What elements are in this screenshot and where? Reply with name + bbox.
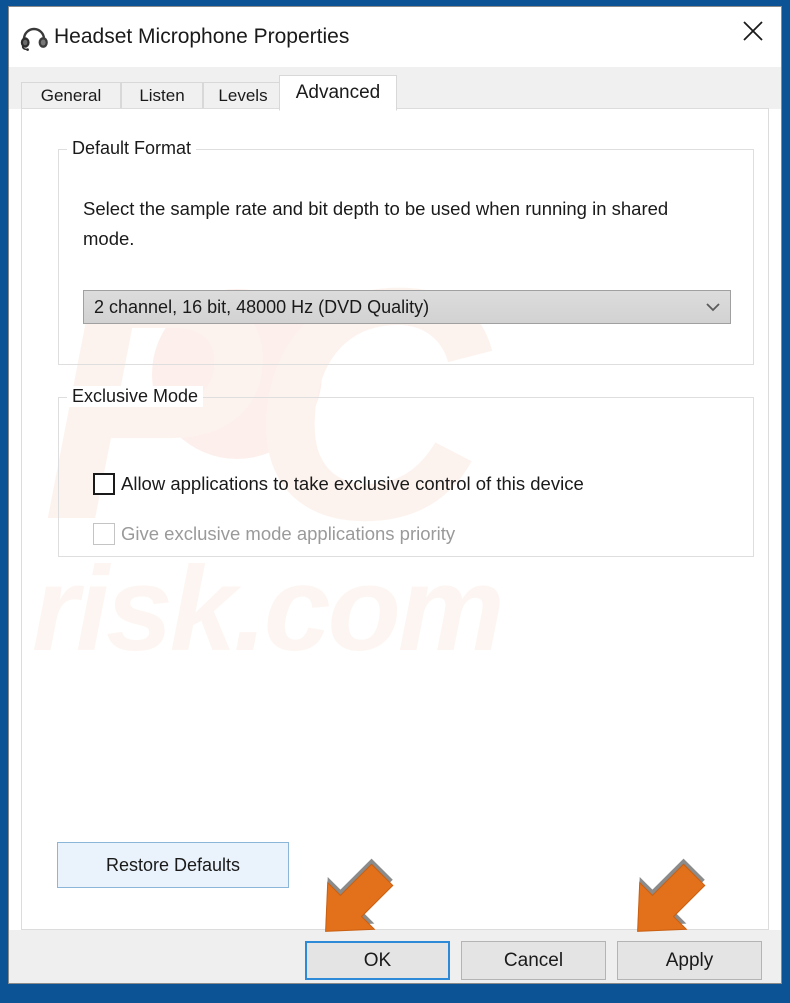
tab-listen[interactable]: Listen bbox=[121, 82, 203, 109]
apply-button[interactable]: Apply bbox=[617, 941, 762, 980]
watermark-domain: risk.com bbox=[32, 542, 505, 676]
close-button[interactable] bbox=[725, 7, 781, 53]
group-default-format: Default Format Select the sample rate an… bbox=[58, 138, 754, 365]
default-format-description: Select the sample rate and bit depth to … bbox=[83, 198, 669, 249]
tab-levels[interactable]: Levels bbox=[203, 82, 283, 109]
dialog-window-inner: Headset Microphone Properties General Li… bbox=[8, 6, 782, 984]
checkbox-label: Allow applications to take exclusive con… bbox=[121, 473, 584, 494]
headset-icon bbox=[19, 23, 49, 51]
checkbox-label: Give exclusive mode applications priorit… bbox=[121, 523, 456, 544]
close-icon bbox=[743, 21, 763, 41]
cancel-button[interactable]: Cancel bbox=[461, 941, 606, 980]
dialog-window: Headset Microphone Properties General Li… bbox=[0, 0, 790, 1003]
default-format-value: 2 channel, 16 bit, 48000 Hz (DVD Quality… bbox=[94, 297, 430, 317]
checkbox-box bbox=[93, 473, 115, 495]
dialog-footer: OK Cancel Apply bbox=[9, 930, 781, 983]
restore-defaults-button[interactable]: Restore Defaults bbox=[57, 842, 289, 888]
default-format-combobox[interactable]: 2 channel, 16 bit, 48000 Hz (DVD Quality… bbox=[83, 290, 731, 324]
tab-advanced[interactable]: Advanced bbox=[279, 75, 397, 111]
group-label-exclusive-mode: Exclusive Mode bbox=[67, 386, 204, 407]
tab-panel-advanced: PC risk.com Default Format Select the sa… bbox=[21, 108, 769, 930]
ok-button[interactable]: OK bbox=[305, 941, 450, 980]
group-exclusive-mode: Exclusive Mode Allow applications to tak… bbox=[58, 386, 754, 557]
title-bar: Headset Microphone Properties bbox=[9, 7, 781, 67]
group-label-default-format: Default Format bbox=[67, 138, 197, 159]
tab-general[interactable]: General bbox=[21, 82, 121, 109]
checkbox-box bbox=[93, 523, 115, 545]
chevron-down-icon bbox=[704, 300, 722, 314]
window-title: Headset Microphone Properties bbox=[54, 25, 350, 48]
tab-strip: General Listen Levels Advanced bbox=[9, 67, 781, 111]
